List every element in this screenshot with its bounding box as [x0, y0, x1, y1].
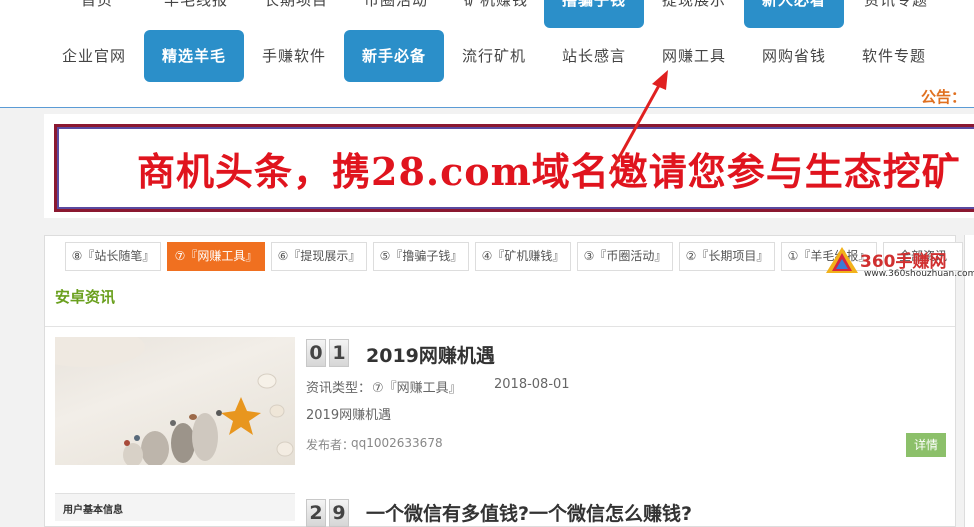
article-rank: 0 1	[306, 339, 349, 367]
logo-url: www.360shouzhuan.com	[864, 269, 974, 279]
article-type-label: 资讯类型：	[306, 381, 372, 396]
nav-item-newbie-must-see[interactable]: 新人必看	[744, 0, 844, 28]
rank-digit: 1	[329, 339, 349, 367]
nav-item-withdrawal[interactable]: 提现展示	[644, 0, 744, 28]
tab-scammer-money[interactable]: ⑤『撸骗子钱』	[373, 242, 469, 271]
tab-withdrawal[interactable]: ⑥『提现展示』	[271, 242, 367, 271]
article-publisher-label: 发布者：	[306, 438, 355, 452]
nav-item-mining[interactable]: 矿机赚钱	[446, 0, 546, 28]
annotation-arrow-icon	[608, 70, 668, 175]
nav-item-popular-miners[interactable]: 流行矿机	[444, 30, 544, 82]
section-title: 安卓资讯	[55, 288, 116, 306]
nav-item-scammer-money[interactable]: 撸骗子钱	[544, 0, 644, 28]
nav-item-long-term[interactable]: 长期项目	[246, 0, 346, 28]
article-thumbnail[interactable]	[55, 337, 295, 465]
tab-owner-notes[interactable]: ⑧『站长随笔』	[65, 242, 161, 271]
rank-digit: 0	[306, 339, 326, 367]
nav-item-crypto[interactable]: 币圈活动	[346, 0, 446, 28]
nav-item-news-topics[interactable]: 资讯专题	[846, 0, 946, 28]
tab-earning-tools[interactable]: ⑦『网赚工具』	[167, 242, 265, 271]
article-publisher: qq1002633678	[351, 436, 443, 450]
article-title[interactable]: 2019网赚机遇	[366, 341, 495, 368]
tab-mining[interactable]: ④『矿机赚钱』	[475, 242, 571, 271]
nav-item-shopping-savings[interactable]: 网购省钱	[744, 30, 844, 82]
user-info-label: 用户基本信息	[63, 505, 123, 516]
beach-image	[55, 337, 294, 465]
logo-mark-icon	[826, 247, 858, 273]
nav-item-newbie-essentials[interactable]: 新手必备	[344, 30, 444, 82]
nav-row-1: 首页 羊毛线报 长期项目 币圈活动 矿机赚钱 撸骗子钱 提现展示 新人必看 资讯…	[0, 0, 974, 28]
notice-label: 公告：	[920, 88, 966, 106]
banner-text: 商机头条，携28.com域名邀请您参与生态挖矿	[137, 149, 961, 194]
nav-item-earning-apps[interactable]: 手赚软件	[244, 30, 344, 82]
article-title[interactable]: 一个微信有多值钱?一个微信怎么赚钱?	[366, 499, 692, 526]
tab-crypto[interactable]: ③『币圈活动』	[577, 242, 673, 271]
banner-container: 商机头条，携28.com域名邀请您参与生态挖矿	[44, 114, 974, 218]
detail-button[interactable]: 详情	[906, 433, 946, 457]
article-date: 2018-08-01	[494, 377, 570, 392]
divider	[45, 326, 955, 327]
nav-item-deals[interactable]: 羊毛线报	[146, 0, 246, 28]
promo-banner[interactable]: 商机头条，携28.com域名邀请您参与生态挖矿	[54, 124, 974, 212]
user-info-box: 用户基本信息	[55, 493, 295, 521]
nav-row-2: 企业官网 精选羊毛 手赚软件 新手必备 流行矿机 站长感言 网赚工具 网购省钱 …	[0, 30, 974, 82]
article-summary: 2019网赚机遇	[306, 408, 392, 423]
tab-long-term[interactable]: ②『长期项目』	[679, 242, 775, 271]
nav-item-home[interactable]: 首页	[47, 0, 147, 28]
article-rank: 2 9	[306, 499, 349, 527]
nav-item-selected-deals[interactable]: 精选羊毛	[144, 30, 244, 82]
nav-item-software-topics[interactable]: 软件专题	[844, 30, 944, 82]
article-type-value[interactable]: ⑦『网赚工具』	[372, 377, 462, 396]
top-nav: 首页 羊毛线报 长期项目 币圈活动 矿机赚钱 撸骗子钱 提现展示 新人必看 资讯…	[0, 0, 974, 108]
site-watermark: 360手赚网 www.360shouzhuan.com	[820, 243, 974, 283]
nav-item-corporate[interactable]: 企业官网	[44, 30, 144, 82]
rank-digit: 2	[306, 499, 326, 527]
rank-digit: 9	[329, 499, 349, 527]
